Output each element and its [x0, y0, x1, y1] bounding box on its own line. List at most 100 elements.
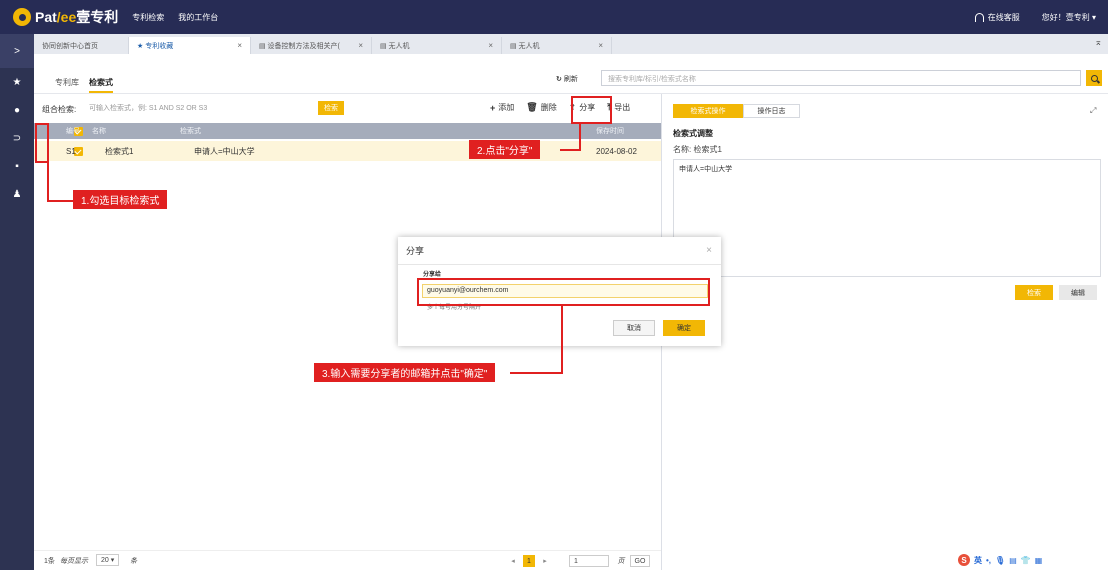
- adjust-section-title: 检索式调整: [673, 129, 713, 138]
- share-to-label: 分享给: [423, 272, 442, 278]
- ime-toolbar[interactable]: S 英 •, 🎙 ▤ 👕 ▦: [958, 554, 1046, 566]
- collapse-tabs-icon[interactable]: ⌅: [1094, 37, 1102, 48]
- tab-operation-log[interactable]: 操作日志: [743, 104, 800, 118]
- cell-id: S1: [66, 146, 76, 156]
- arrow-line: [510, 372, 563, 374]
- tab-patent-library[interactable]: 专利库: [55, 77, 79, 88]
- col-expression: 检索式: [180, 128, 201, 135]
- close-icon[interactable]: ×: [358, 41, 363, 50]
- user-icon[interactable]: ♟: [0, 180, 34, 208]
- table-header: 编号 名称 检索式 保存时间: [34, 123, 661, 139]
- tab-label: ▤ 无人机: [510, 42, 540, 50]
- document-icon[interactable]: ▪: [0, 152, 34, 180]
- nav-workbench[interactable]: 我的工作台: [178, 12, 218, 23]
- tab-label: ★ 专利收藏: [137, 42, 174, 50]
- callout-step-1: 1.勾选目标检索式: [73, 190, 168, 209]
- top-right: 在线客服 您好！壹专利 ▾: [953, 0, 1096, 34]
- logo-text-a: Pat: [35, 9, 57, 25]
- export-label: 导出: [614, 103, 631, 112]
- chevron-down-icon: ▾: [110, 557, 115, 564]
- tabs-bar: 协同创新中心首页 ★ 专利收藏 × ▤ 设备控制方法及相关产(× ▤ 无人机 × ▤…: [34, 34, 1108, 54]
- delete-button[interactable]: 🗑 删除: [526, 102, 556, 113]
- tab-drone-2[interactable]: ▤ 无人机 ×: [502, 37, 612, 54]
- tab-home[interactable]: 协同创新中心首页: [34, 37, 129, 54]
- callout-step-3: 3.输入需要分享者的邮箱并点击"确定": [314, 363, 496, 382]
- combo-search-input[interactable]: 可输入检索式，例: S1 AND S2 OR S3: [85, 100, 315, 116]
- go-button[interactable]: GO: [630, 555, 650, 567]
- per-page-unit: 条: [130, 558, 137, 565]
- cell-expression: 申请人=中山大学: [194, 146, 255, 156]
- dialog-title: 分享: [398, 237, 721, 265]
- highlight-share: [571, 96, 612, 124]
- logo-text-c: 壹专利: [76, 9, 119, 25]
- logo-icon: [13, 8, 31, 26]
- query-name: 名称: 检索式1: [673, 145, 722, 154]
- col-id: 编号: [66, 128, 80, 135]
- page-1-button[interactable]: 1: [523, 555, 535, 567]
- prev-page-icon[interactable]: ◂: [507, 555, 519, 567]
- add-label: 添加: [498, 103, 515, 112]
- star-icon[interactable]: ★: [0, 68, 34, 96]
- sub-toolbar: 专利库 检索式 ↻ 刷新 搜索专利库/标引/检索式名称: [34, 54, 1108, 94]
- app-logo[interactable]: Pat/ee壹专利: [35, 7, 118, 27]
- pagination: 1条 每页显示 20 ▾ 条 ◂ 1 ▸ 1 页 GO: [34, 550, 661, 570]
- tab-label: 协同创新中心首页: [42, 42, 98, 50]
- cancel-button[interactable]: 取消: [613, 320, 655, 336]
- tab-query-operations[interactable]: 检索式操作: [673, 104, 743, 118]
- table-row[interactable]: S1 检索式1 申请人=中山大学 2024-08-02: [34, 141, 661, 161]
- run-search-button[interactable]: 检索: [1015, 285, 1053, 300]
- arrow-line: [579, 122, 581, 151]
- refresh-button[interactable]: ↻ 刷新: [556, 74, 578, 84]
- next-page-icon[interactable]: ▸: [539, 555, 551, 567]
- link-icon[interactable]: ⊃: [0, 124, 34, 152]
- expand-rail-icon[interactable]: >: [0, 34, 34, 68]
- search-button[interactable]: [1086, 70, 1102, 86]
- confirm-button[interactable]: 确定: [663, 320, 705, 336]
- support-link[interactable]: 在线客服: [974, 12, 1020, 23]
- arrow-line: [560, 149, 581, 151]
- tab-label: ▤ 无人机: [380, 42, 410, 50]
- per-page-label: 每页显示: [60, 558, 88, 565]
- top-bar: Pat/ee壹专利 专利检索 我的工作台 在线客服 您好！壹专利 ▾: [0, 0, 1108, 34]
- close-icon[interactable]: ×: [237, 41, 242, 50]
- mic-icon: 🎙: [995, 555, 1006, 565]
- close-icon[interactable]: ×: [488, 41, 493, 50]
- edit-query-button[interactable]: 编辑: [1059, 285, 1097, 300]
- query-actions: + 添加 🗑 删除 ⇪ 分享 ⤒ 导出: [490, 102, 642, 113]
- tab-search-query[interactable]: 检索式: [89, 77, 113, 93]
- per-page-value: 20: [101, 556, 109, 564]
- arrow-line: [47, 200, 73, 202]
- headset-icon: [974, 12, 984, 22]
- support-label: 在线客服: [987, 12, 1020, 22]
- per-page-select[interactable]: 20 ▾: [96, 554, 120, 566]
- arrow-line: [47, 162, 49, 202]
- delete-label: 删除: [540, 103, 557, 112]
- nav-patent-search[interactable]: 专利检索: [132, 12, 164, 23]
- user-menu[interactable]: 您好！壹专利 ▾: [1042, 12, 1096, 23]
- patent-search-input[interactable]: 搜索专利库/标引/检索式名称: [601, 70, 1081, 86]
- punctuation-icon: •,: [986, 555, 992, 565]
- trash-icon: 🗑: [526, 102, 538, 112]
- combo-search-label: 组合检索:: [42, 105, 77, 114]
- highlight-checkbox: [35, 123, 49, 163]
- fullscreen-icon[interactable]: ⤢: [1090, 106, 1096, 116]
- tab-drone-1[interactable]: ▤ 无人机 ×: [372, 37, 502, 54]
- tab-favorites[interactable]: ★ 专利收藏 ×: [129, 37, 251, 54]
- circle-icon[interactable]: ●: [0, 96, 34, 124]
- close-icon[interactable]: ×: [706, 245, 712, 256]
- col-saved-time: 保存时间: [596, 128, 624, 135]
- record-count: 1条: [44, 558, 55, 565]
- query-expression-textarea[interactable]: 申请人=中山大学: [673, 159, 1101, 277]
- highlight-email: [417, 278, 710, 306]
- logo-text-b: /ee: [56, 9, 77, 25]
- page-label: 页: [617, 558, 625, 565]
- left-rail: > ★ ● ⊃ ▪ ♟: [0, 34, 34, 570]
- cell-name: 检索式1: [105, 146, 134, 156]
- sogou-logo: S: [958, 554, 970, 566]
- goto-page-input[interactable]: 1: [569, 555, 609, 567]
- tab-device-control[interactable]: ▤ 设备控制方法及相关产(×: [251, 37, 372, 54]
- add-button[interactable]: + 添加: [490, 102, 514, 113]
- close-icon[interactable]: ×: [598, 41, 603, 50]
- combo-search-button[interactable]: 检索: [318, 101, 344, 115]
- col-name: 名称: [92, 128, 106, 135]
